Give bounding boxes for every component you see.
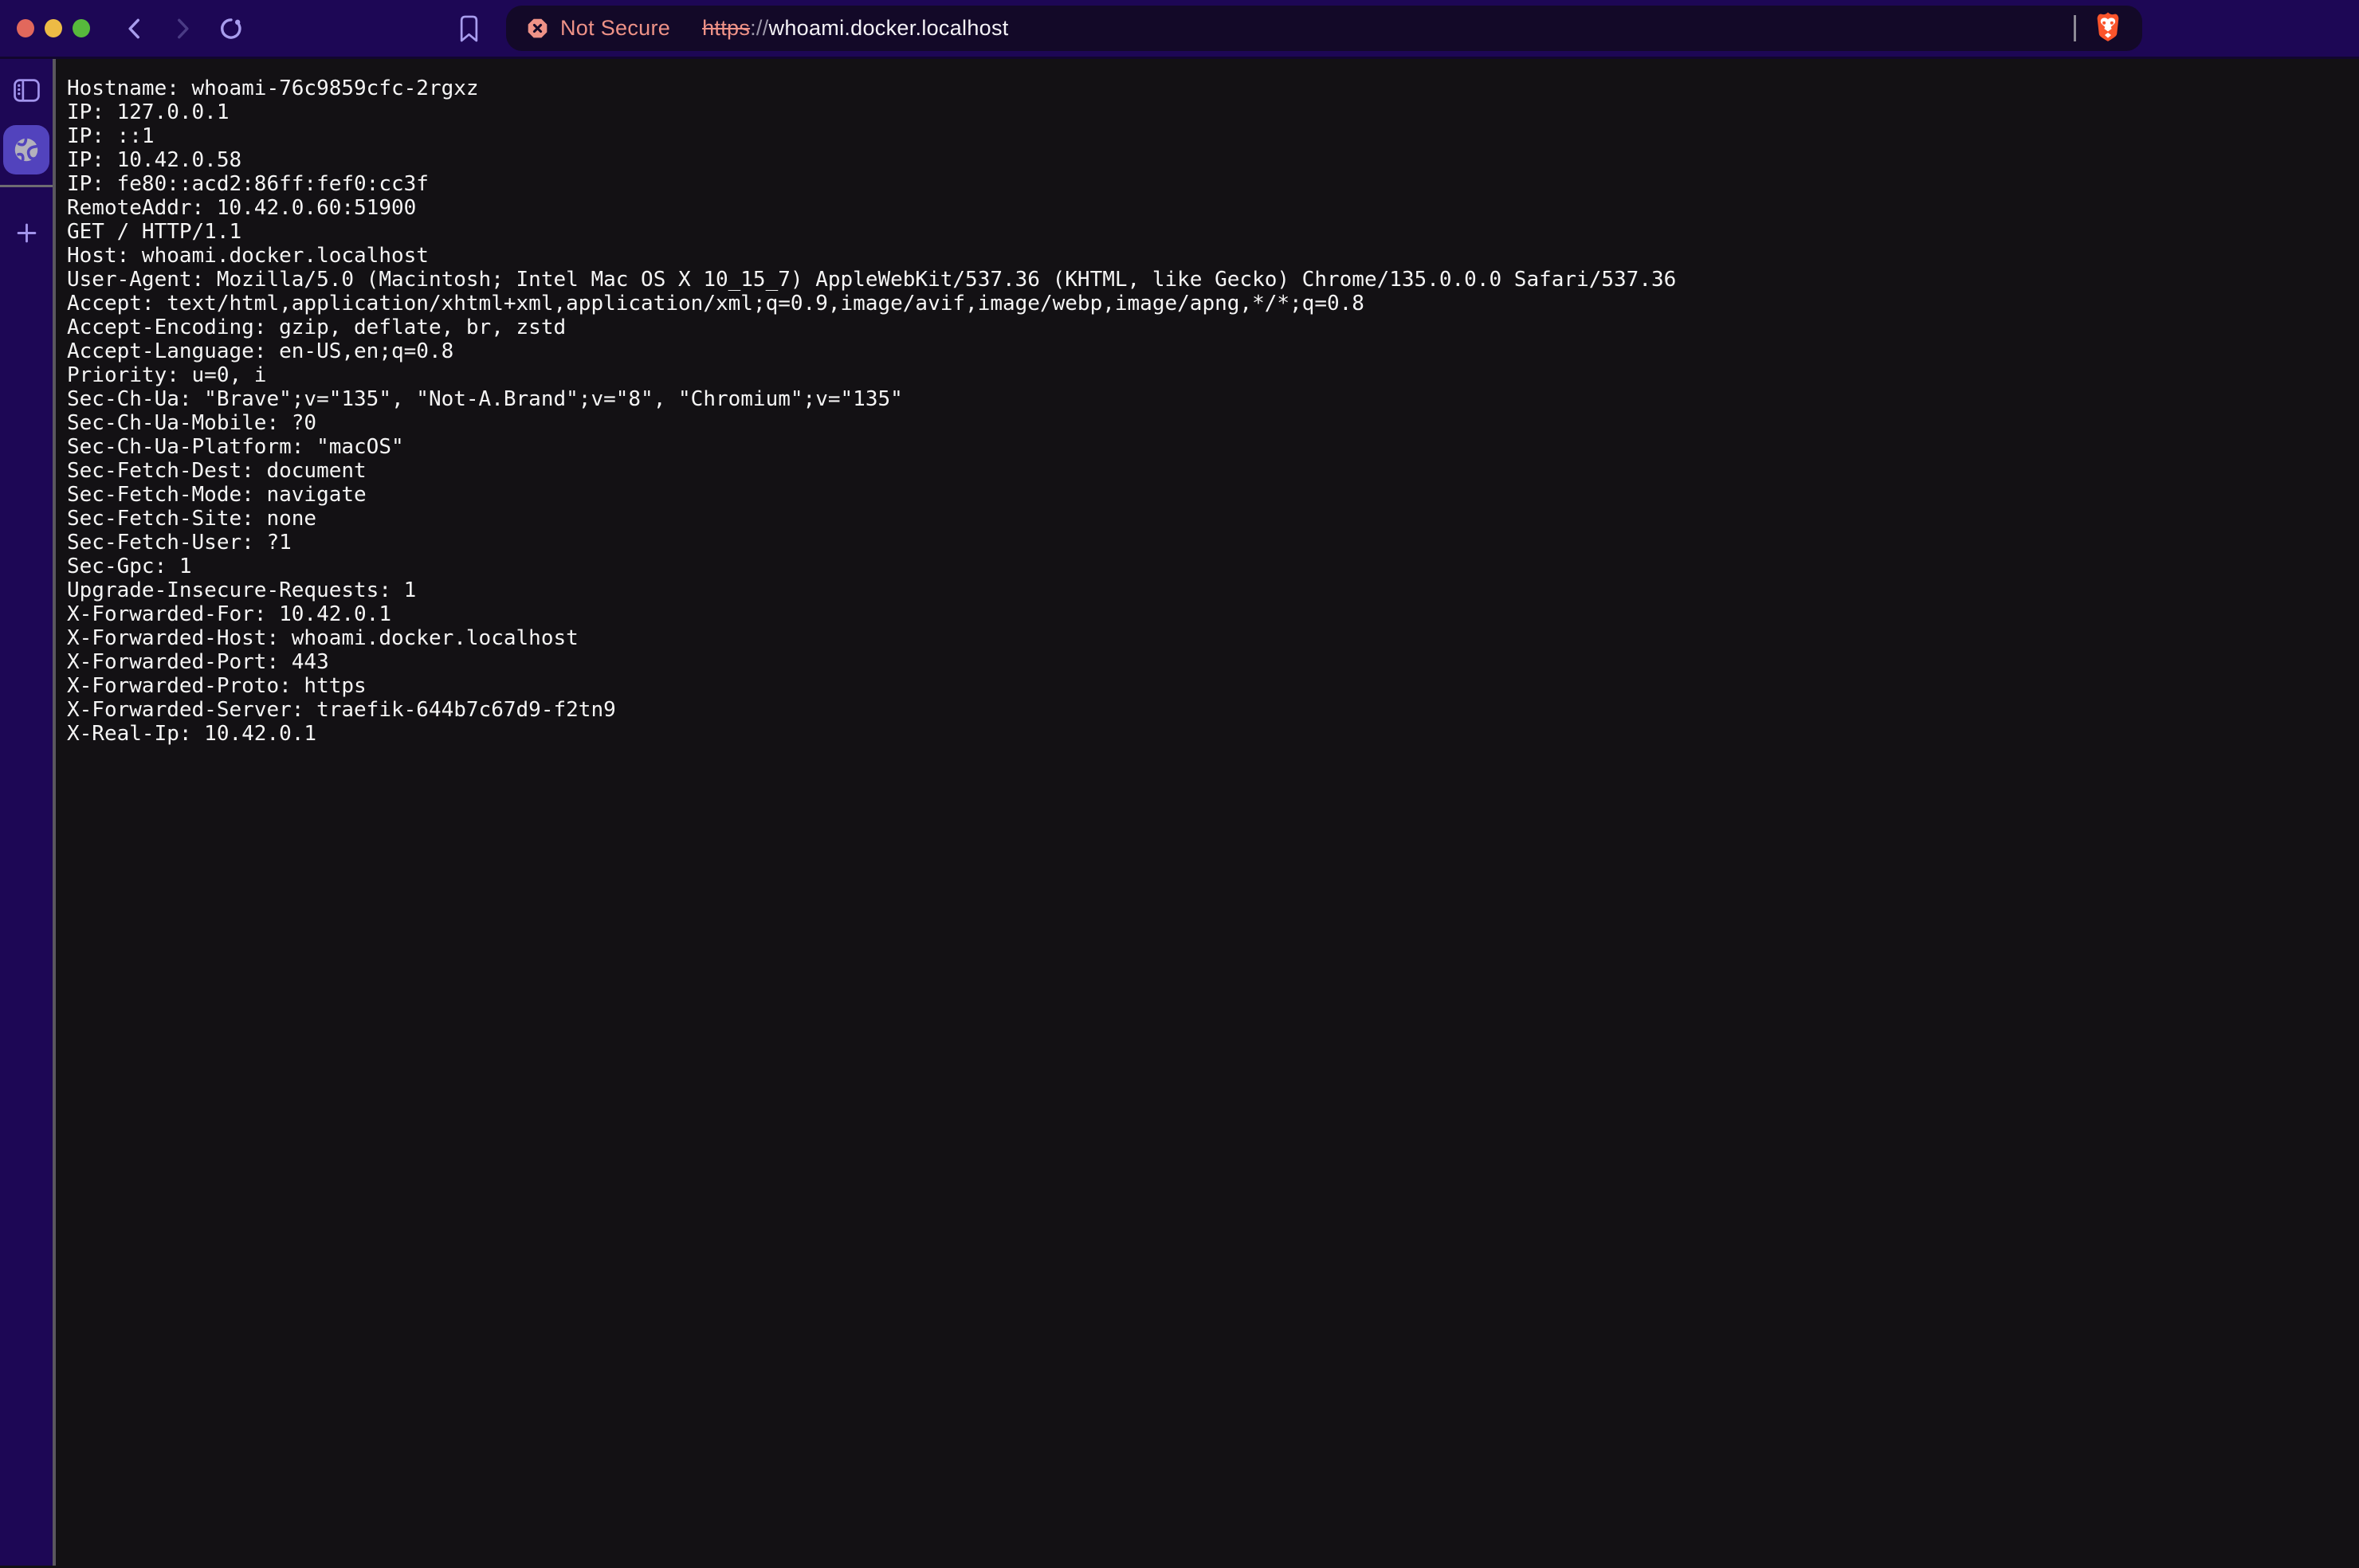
bookmark-icon	[458, 14, 480, 43]
url-text: https://whoami.docker.localhost	[702, 16, 1009, 41]
reload-button[interactable]	[218, 15, 245, 42]
close-button[interactable]	[17, 19, 34, 37]
forward-icon	[170, 16, 195, 41]
not-secure-octagon-icon	[527, 18, 548, 39]
back-button[interactable]	[122, 16, 147, 41]
sidebar-panel-icon	[14, 79, 40, 102]
back-icon	[122, 16, 147, 41]
security-label: Not Secure	[560, 16, 670, 41]
browser-toolbar: Not Secure https://whoami.docker.localho…	[0, 0, 2359, 59]
brave-shields-lion-icon	[2093, 11, 2123, 45]
browser-window: { "topbar": { "security_label": "Not Sec…	[0, 0, 2359, 1568]
url-separator: ://	[750, 16, 768, 40]
brave-shields-button[interactable]	[2093, 11, 2123, 45]
page-content: Hostname: whoami-76c9859cfc-2rgxz IP: 12…	[56, 59, 2359, 1566]
reload-icon	[218, 15, 245, 42]
forward-button[interactable]	[170, 16, 195, 41]
site-security-chip[interactable]: Not Secure	[527, 16, 670, 41]
vertical-tabs-sidebar	[0, 59, 53, 1566]
new-tab-button[interactable]	[16, 222, 37, 244]
globe-icon	[11, 135, 41, 165]
sidebar-divider	[0, 185, 53, 187]
nav-buttons	[122, 15, 245, 42]
address-bar[interactable]: Not Secure https://whoami.docker.localho…	[506, 6, 2142, 51]
url-scheme: https	[702, 16, 750, 40]
window-controls	[17, 19, 90, 37]
tab-whoami-active[interactable]	[3, 125, 49, 174]
bookmark-button[interactable]	[458, 14, 480, 43]
minimize-button[interactable]	[45, 19, 62, 37]
whoami-output: Hostname: whoami-76c9859cfc-2rgxz IP: 12…	[56, 59, 2359, 746]
plus-icon	[16, 222, 37, 244]
sidebar-toggle-button[interactable]	[14, 79, 40, 102]
url-host: whoami.docker.localhost	[769, 16, 1009, 40]
zoom-button[interactable]	[73, 19, 90, 37]
window-body: Hostname: whoami-76c9859cfc-2rgxz IP: 12…	[0, 59, 2359, 1566]
address-bar-divider	[2074, 15, 2076, 41]
